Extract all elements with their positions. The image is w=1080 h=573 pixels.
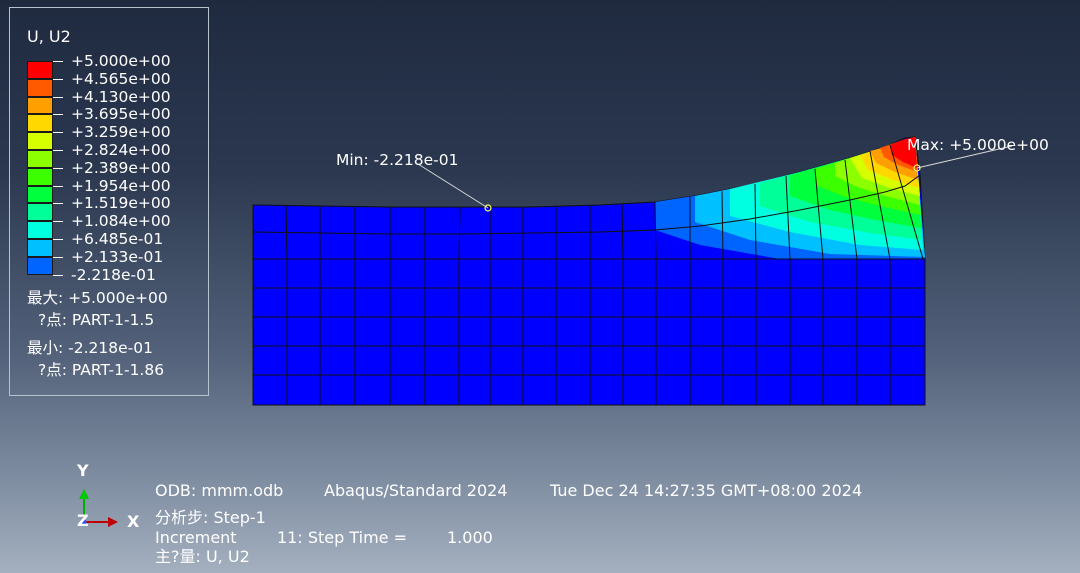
triad-z-label: Z: [77, 511, 89, 530]
min-probe-label: Min: -2.218e-01: [336, 151, 459, 169]
y-arrow-head: [79, 489, 89, 499]
info-variable: 主?量: U, U2: [155, 547, 250, 566]
triad-y-label: Y: [77, 461, 89, 480]
info-increment-value: 11: Step Time =: [277, 528, 407, 547]
min-probe: [417, 163, 492, 212]
info-date: Tue Dec 24 14:27:35 GMT+08:00 2024: [550, 481, 863, 500]
info-solver: Abaqus/Standard 2024: [324, 481, 508, 500]
triad-x-label: X: [127, 512, 140, 531]
max-probe-label: Max: +5.000e+00: [907, 136, 1049, 154]
info-step-time: 1.000: [447, 528, 493, 547]
lower-mesh: [252, 258, 926, 406]
info-odb: ODB: mmm.odb: [155, 481, 284, 500]
info-step: 分析步: Step-1: [155, 508, 266, 527]
lower-block: [252, 258, 926, 406]
x-arrow-head: [108, 517, 118, 527]
